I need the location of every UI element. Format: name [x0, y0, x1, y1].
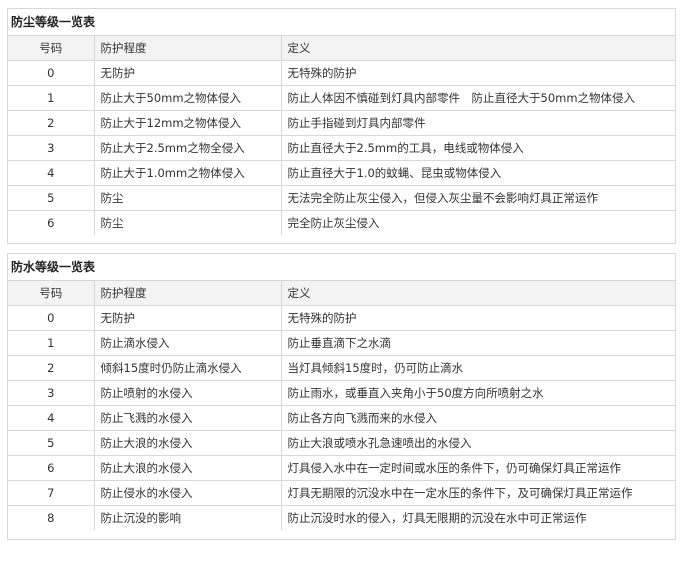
table-row: 2 倾斜15度时仍防止滴水侵入 当灯具倾斜15度时，仍可防止滴水	[8, 355, 675, 381]
cell-definition: 防止各方向飞溅而来的水侵入	[280, 405, 675, 431]
cell-number: 4	[8, 405, 95, 431]
dust-rating-table: 号码 防护程度 定义 0 无防护 无特殊的防护 1 防止大于50mm之物体侵入 防止人体因…	[8, 35, 675, 235]
table-header-row: 号码 防护程度 定义	[8, 35, 675, 61]
cell-protection-level: 防止大浪的水侵入	[93, 455, 282, 481]
table-row: 5 防止大浪的水侵入 防止大浪或喷水孔急速喷出的水侵入	[8, 430, 675, 456]
cell-definition: 无特殊的防护	[280, 305, 675, 331]
table-row: 7 防止侵水的水侵入 灯具无期限的沉没水中在一定水压的条件下，及可确保灯具正常运作	[8, 480, 675, 506]
cell-number: 6	[8, 210, 95, 235]
water-table-title: 防水等级一览表	[11, 260, 96, 274]
cell-number: 2	[8, 110, 95, 136]
cell-number: 0	[8, 305, 95, 331]
water-rating-table: 号码 防护程度 定义 0 无防护 无特殊的防护 1 防止滴水侵入 防止垂直滴下之水滴 2 倾斜…	[8, 280, 675, 530]
cell-definition: 无特殊的防护	[280, 60, 675, 86]
cell-protection-level: 倾斜15度时仍防止滴水侵入	[93, 355, 282, 381]
cell-protection-level: 防止喷射的水侵入	[93, 380, 282, 406]
header-number: 号码	[8, 280, 95, 306]
table-row: 8 防止沉没的影响 防止沉没时水的侵入，灯具无限期的沉没在水中可正常运作	[8, 505, 675, 530]
table-row: 2 防止大于12mm之物体侵入 防止手指碰到灯具内部零件	[8, 110, 675, 136]
dust-table-title: 防尘等级一览表	[11, 15, 96, 29]
table-row: 4 防止大于1.0mm之物体侵入 防止直径大于1.0的蚊蝇、昆虫或物体侵入	[8, 160, 675, 186]
table-row: 3 防止大于2.5mm之物全侵入 防止直径大于2.5mm的工具，电线或物体侵入	[8, 135, 675, 161]
cell-definition: 灯具无期限的沉没水中在一定水压的条件下，及可确保灯具正常运作	[280, 480, 675, 506]
table-row: 0 无防护 无特殊的防护	[8, 60, 675, 86]
cell-definition: 防止垂直滴下之水滴	[280, 330, 675, 356]
cell-number: 1	[8, 85, 95, 111]
cell-definition: 完全防止灰尘侵入	[280, 210, 675, 235]
cell-number: 0	[8, 60, 95, 86]
cell-protection-level: 防止大于1.0mm之物体侵入	[93, 160, 282, 186]
cell-definition: 防止人体因不慎碰到灯具内部零件 防止直径大于50mm之物体侵入	[280, 85, 675, 111]
cell-protection-level: 防止滴水侵入	[93, 330, 282, 356]
table-row: 3 防止喷射的水侵入 防止雨水，或垂直入夹角小于50度方向所喷射之水	[8, 380, 675, 406]
cell-number: 3	[8, 380, 95, 406]
cell-number: 5	[8, 430, 95, 456]
water-rating-panel: 防水等级一览表 号码 防护程度 定义 0 无防护 无特殊的防护 1 防止滴水侵入 防止垂直…	[7, 253, 676, 540]
table-row: 4 防止飞溅的水侵入 防止各方向飞溅而来的水侵入	[8, 405, 675, 431]
cell-definition: 防止直径大于1.0的蚊蝇、昆虫或物体侵入	[280, 160, 675, 186]
cell-number: 4	[8, 160, 95, 186]
cell-definition: 无法完全防止灰尘侵入，但侵入灰尘量不会影响灯具正常运作	[280, 185, 675, 211]
cell-protection-level: 防止大于50mm之物体侵入	[93, 85, 282, 111]
cell-protection-level: 防止侵水的水侵入	[93, 480, 282, 506]
header-protection-level: 防护程度	[93, 35, 282, 61]
cell-protection-level: 防止沉没的影响	[93, 505, 282, 530]
cell-protection-level: 防止飞溅的水侵入	[93, 405, 282, 431]
cell-definition: 防止手指碰到灯具内部零件	[280, 110, 675, 136]
cell-protection-level: 防尘	[93, 185, 282, 211]
cell-number: 8	[8, 505, 95, 530]
cell-number: 5	[8, 185, 95, 211]
table-row: 0 无防护 无特殊的防护	[8, 305, 675, 331]
cell-definition: 灯具侵入水中在一定时间或水压的条件下，仍可确保灯具正常运作	[280, 455, 675, 481]
table-row: 5 防尘 无法完全防止灰尘侵入，但侵入灰尘量不会影响灯具正常运作	[8, 185, 675, 211]
cell-protection-level: 防止大于2.5mm之物全侵入	[93, 135, 282, 161]
header-definition: 定义	[280, 280, 675, 306]
header-definition: 定义	[280, 35, 675, 61]
cell-protection-level: 无防护	[93, 60, 282, 86]
table-row: 1 防止滴水侵入 防止垂直滴下之水滴	[8, 330, 675, 356]
header-protection-level: 防护程度	[93, 280, 282, 306]
cell-number: 2	[8, 355, 95, 381]
cell-number: 1	[8, 330, 95, 356]
cell-number: 7	[8, 480, 95, 506]
dust-rating-panel: 防尘等级一览表 号码 防护程度 定义 0 无防护 无特殊的防护 1 防止大于50mm之物…	[7, 8, 676, 244]
table-row: 1 防止大于50mm之物体侵入 防止人体因不慎碰到灯具内部零件 防止直径大于50mm…	[8, 85, 675, 111]
cell-definition: 防止大浪或喷水孔急速喷出的水侵入	[280, 430, 675, 456]
cell-definition: 防止直径大于2.5mm的工具，电线或物体侵入	[280, 135, 675, 161]
table-header-row: 号码 防护程度 定义	[8, 280, 675, 306]
cell-protection-level: 防止大于12mm之物体侵入	[93, 110, 282, 136]
header-number: 号码	[8, 35, 95, 61]
cell-protection-level: 无防护	[93, 305, 282, 331]
cell-protection-level: 防止大浪的水侵入	[93, 430, 282, 456]
cell-definition: 当灯具倾斜15度时，仍可防止滴水	[280, 355, 675, 381]
cell-number: 3	[8, 135, 95, 161]
table-row: 6 防止大浪的水侵入 灯具侵入水中在一定时间或水压的条件下，仍可确保灯具正常运作	[8, 455, 675, 481]
cell-protection-level: 防尘	[93, 210, 282, 235]
cell-definition: 防止雨水，或垂直入夹角小于50度方向所喷射之水	[280, 380, 675, 406]
cell-definition: 防止沉没时水的侵入，灯具无限期的沉没在水中可正常运作	[280, 505, 675, 530]
cell-number: 6	[8, 455, 95, 481]
table-row: 6 防尘 完全防止灰尘侵入	[8, 210, 675, 235]
